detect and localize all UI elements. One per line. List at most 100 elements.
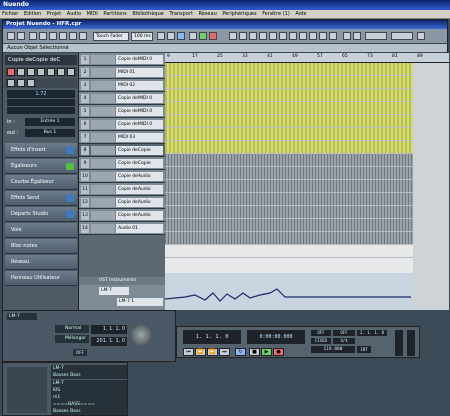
erase-tool-icon[interactable]	[269, 32, 277, 40]
instrument-row[interactable]: Basses Bass	[51, 372, 127, 379]
track-name[interactable]: Copie deAudio	[116, 172, 163, 181]
track-name[interactable]: MIDI 01	[116, 68, 163, 77]
cycle-mode-select[interactable]: Mélanger	[55, 335, 89, 343]
split-tool-icon[interactable]	[249, 32, 257, 40]
midi-part-lane[interactable]	[165, 89, 413, 102]
track-controls[interactable]	[91, 120, 115, 129]
track-row[interactable]: 3 MIDI 02	[79, 79, 165, 92]
section-network[interactable]: Réseau	[5, 255, 77, 270]
track-controls[interactable]	[91, 211, 115, 220]
mixer-button[interactable]	[79, 32, 87, 40]
track-name[interactable]: Copie deMIDI 0	[116, 94, 163, 103]
rewind-button[interactable]: ⏪	[195, 348, 206, 356]
play-tool-icon[interactable]	[319, 32, 327, 40]
section-channel[interactable]: Voie	[5, 223, 77, 238]
track-row[interactable]: 9 Copie deCopie	[79, 157, 165, 170]
forward-end-button[interactable]: ⏭	[219, 348, 230, 356]
track-name[interactable]: Copie deAudio	[116, 185, 163, 194]
pan-display[interactable]	[7, 99, 75, 106]
left-locator-display[interactable]: 1. 1. 1. 0	[91, 325, 127, 334]
menu-reseau[interactable]: Réseau	[197, 10, 219, 19]
instrument-row[interactable]: LM-7	[51, 365, 127, 372]
vst-instruments-folder[interactable]: VST Instruments	[79, 277, 165, 285]
instrument-row[interactable]: ====BASS====	[51, 401, 127, 408]
bypass-icon[interactable]	[66, 163, 74, 170]
track-controls[interactable]	[91, 68, 115, 77]
volume-display[interactable]: 1.72	[7, 90, 75, 98]
instrument-row[interactable]: LM-7	[51, 380, 127, 387]
vst-track-name[interactable]: LM-7	[99, 287, 129, 295]
track-name[interactable]: Copie deCopie	[116, 159, 163, 168]
audio-event-lane[interactable]	[165, 232, 413, 245]
audio-event-lane[interactable]	[165, 219, 413, 232]
audio-event-lane[interactable]	[165, 154, 413, 167]
section-equalizers[interactable]: Égaliseurs	[5, 159, 77, 174]
track-name[interactable]: MIDI 02	[116, 81, 163, 90]
menu-aide[interactable]: Aide	[293, 10, 308, 19]
monitor-button[interactable]	[17, 68, 25, 76]
track-controls[interactable]	[91, 55, 115, 64]
midi-part-lane[interactable]	[165, 141, 413, 154]
color-select-icon[interactable]	[417, 32, 425, 40]
menu-fichier[interactable]: Fichier	[0, 10, 20, 19]
object-select-tool-icon[interactable]	[229, 32, 237, 40]
track-row[interactable]: 6 Copie deMIDI 0	[79, 118, 165, 131]
show-inspector-button[interactable]	[29, 32, 37, 40]
channel-name[interactable]: LM-7	[7, 313, 37, 320]
audio-event-lane[interactable]	[165, 180, 413, 193]
tempo-mode-display[interactable]: FIXED	[311, 338, 331, 344]
section-user-panel[interactable]: Panneau Utilisateur	[5, 271, 77, 286]
record-button[interactable]: ●	[273, 348, 284, 356]
section-insert-effects[interactable]: Effets d'Insert	[5, 143, 77, 158]
track-row[interactable]: 1 Copie deMIDI 0	[79, 53, 165, 66]
range-tool-icon[interactable]	[239, 32, 247, 40]
mute-button[interactable]	[27, 68, 35, 76]
audio-event-lane[interactable]	[165, 193, 413, 206]
menu-midi[interactable]: MIDI	[85, 10, 100, 19]
track-name[interactable]: MIDI 03	[116, 133, 163, 142]
track-controls[interactable]	[91, 185, 115, 194]
time-display[interactable]: 0:00:00.000	[247, 330, 305, 344]
menu-peripheriques[interactable]: Périphériques	[220, 10, 258, 19]
preroll-select[interactable]: 100 ms	[131, 32, 153, 41]
track-row[interactable]: 13 Copie deAudio	[79, 209, 165, 222]
instrument-row[interactable]: KIS	[51, 387, 127, 394]
signature-display[interactable]: 4/4	[333, 338, 355, 344]
track-row[interactable]: 8 Copie deCopie	[79, 144, 165, 157]
lanes-icon[interactable]	[27, 79, 35, 87]
click-display[interactable]: OFF	[311, 330, 331, 336]
rewind-start-button[interactable]: ⏮	[183, 348, 194, 356]
read-automation-button[interactable]	[47, 68, 55, 76]
automation-lane[interactable]	[164, 273, 449, 310]
input-select[interactable]: Entrée 1	[25, 118, 75, 126]
vst-track[interactable]: LM-7 LM-7 1	[79, 285, 165, 310]
track-controls[interactable]	[91, 94, 115, 103]
cycle-button[interactable]: ↻	[235, 348, 246, 356]
track-controls[interactable]	[91, 198, 115, 207]
midi-part-lane[interactable]	[165, 115, 413, 128]
midi-part-lane[interactable]	[165, 102, 413, 115]
bypass-icon[interactable]	[66, 195, 74, 202]
jog-wheel-icon[interactable]	[131, 325, 151, 345]
stop-button[interactable]: ■	[249, 348, 260, 356]
record-mode-select[interactable]: Normal	[55, 325, 89, 333]
midi-part-lane[interactable]	[165, 76, 413, 89]
track-row[interactable]: 14 Audio 01	[79, 222, 165, 235]
track-name[interactable]: Copie deMIDI 0	[116, 55, 163, 64]
cycle-button[interactable]	[177, 32, 185, 40]
menu-bibliotheque[interactable]: Bibliothèque	[130, 10, 165, 19]
solo-track-button[interactable]	[37, 68, 45, 76]
scrub-tool-icon[interactable]	[329, 32, 337, 40]
forward-button[interactable]: ⏩	[207, 348, 218, 356]
draw-tool-icon[interactable]	[309, 32, 317, 40]
lock-icon[interactable]	[7, 79, 15, 87]
play-button[interactable]	[199, 32, 207, 40]
track-name[interactable]: Audio 01	[116, 224, 163, 233]
event-display[interactable]	[165, 63, 449, 273]
show-info-button[interactable]	[49, 32, 57, 40]
record-enable-button[interactable]	[7, 68, 15, 76]
show-overview-button[interactable]	[59, 32, 67, 40]
track-controls[interactable]	[91, 146, 115, 155]
end-display[interactable]: 2. 1. 1. 0	[357, 330, 387, 336]
midi-part-lane[interactable]	[165, 128, 413, 141]
